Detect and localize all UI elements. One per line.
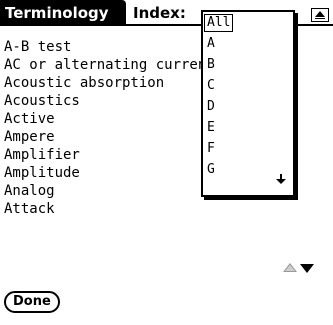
term-item[interactable]: Ampere [4,128,55,146]
term-item[interactable]: A-B test [4,38,71,56]
index-option-g[interactable]: G [207,162,215,178]
index-option-d[interactable]: D [207,99,215,115]
index-option-c[interactable]: C [207,78,215,94]
index-option-b[interactable]: B [207,57,215,73]
term-item[interactable]: Acoustics [4,92,80,110]
scroll-up-button[interactable] [311,8,329,22]
page-down-icon[interactable] [300,264,314,273]
page-up-icon[interactable] [283,263,297,272]
term-item[interactable]: Amplifier [4,146,80,164]
up-arrow-icon [315,11,325,19]
index-option-a[interactable]: A [207,36,215,52]
term-item[interactable]: Amplitude [4,164,80,182]
index-dropdown[interactable]: All A B C D E F G [201,10,295,197]
index-option-f[interactable]: F [207,141,215,157]
term-item[interactable]: Analog [4,182,55,200]
app-title: Terminology [0,0,126,26]
term-item[interactable]: Attack [4,200,55,218]
index-option-e[interactable]: E [207,120,215,136]
term-item[interactable]: Active [4,110,55,128]
done-button[interactable]: Done [4,291,60,313]
down-arrow-icon[interactable] [275,173,287,189]
term-item[interactable]: AC or alternating current [4,56,215,74]
page-scroll-arrows [282,260,316,279]
index-label: Index: [133,4,186,22]
index-option-all[interactable]: All [203,14,234,32]
term-item[interactable]: Acoustic absorption [4,74,164,92]
